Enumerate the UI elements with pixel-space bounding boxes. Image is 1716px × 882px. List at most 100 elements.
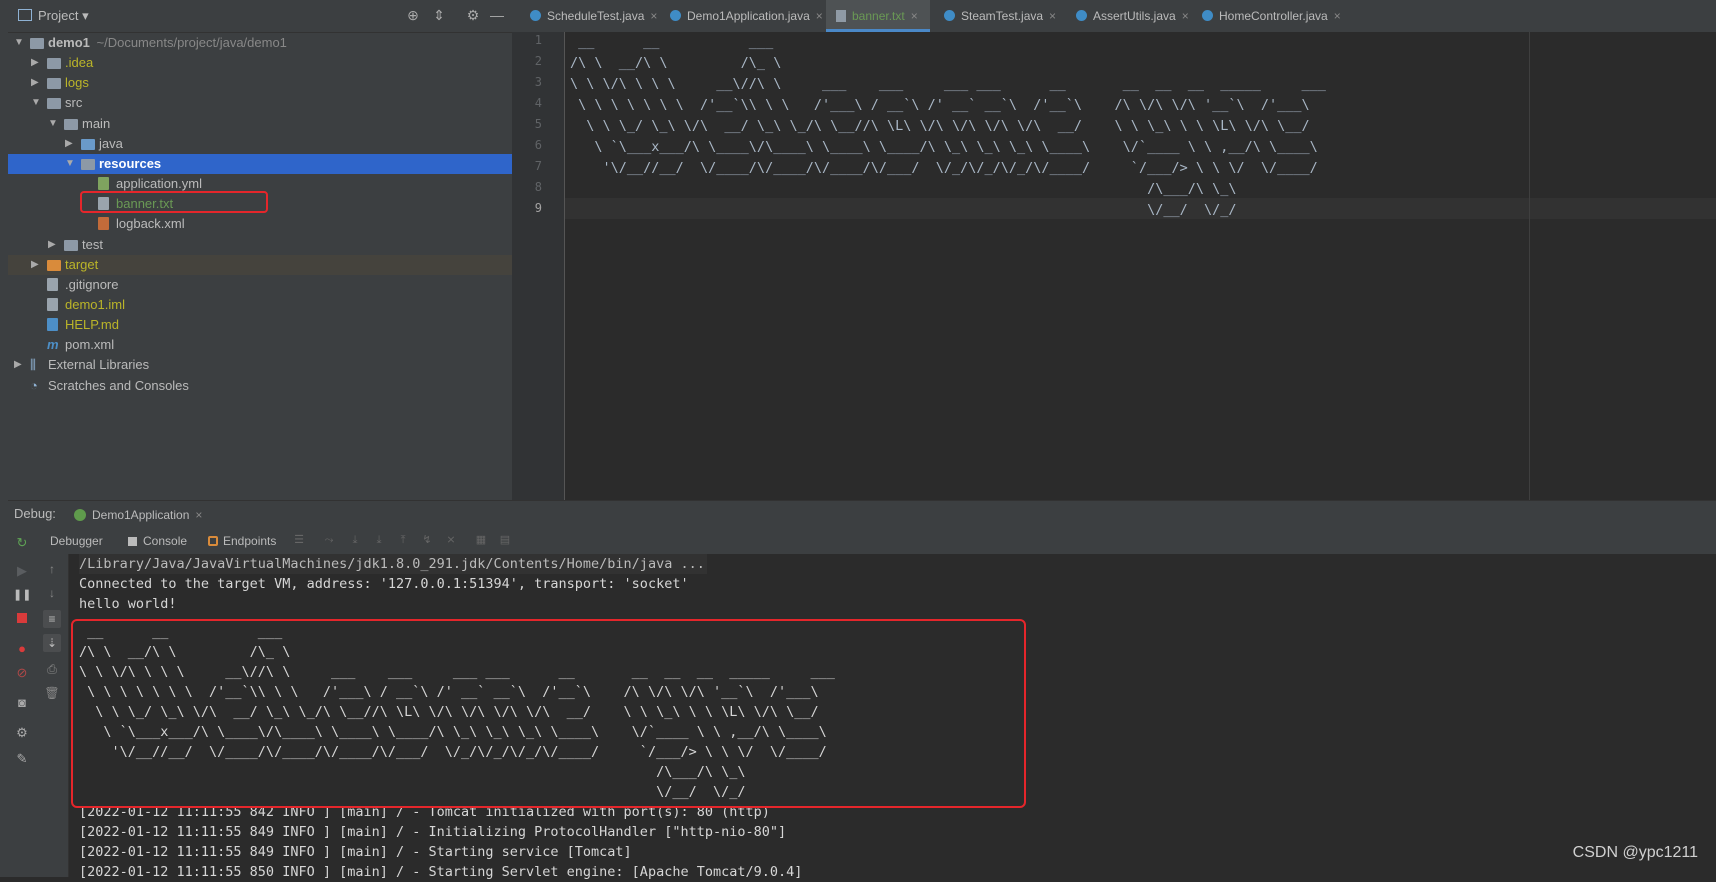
tree-item[interactable]: ▶ logs: [8, 73, 512, 93]
close-icon[interactable]: ×: [1049, 9, 1056, 23]
java-class-icon: [944, 10, 955, 21]
expanded-arrow-icon[interactable]: ▼: [48, 114, 58, 134]
editor-tab[interactable]: banner.txt ×: [826, 0, 930, 32]
step-out-icon[interactable]: ⤒: [396, 533, 410, 547]
console-log-line: [2022-01-12 11:11:55 849 INFO ] [main] /…: [79, 824, 787, 840]
tree-item[interactable]: m pom.xml: [8, 335, 512, 355]
view-breakpoints-icon[interactable]: ●: [13, 640, 31, 658]
project-header: Project ▾ ⊕ ⇕ ⚙ —: [8, 0, 512, 33]
close-icon[interactable]: ×: [1182, 9, 1189, 23]
tree-item[interactable]: ▶ .idea: [8, 53, 512, 73]
collapsed-arrow-icon[interactable]: ▶: [14, 355, 24, 375]
project-path: ~/Documents/project/java/demo1: [96, 35, 287, 50]
tree-item[interactable]: ▼ main: [8, 114, 512, 134]
editor-tab-bar: ScheduleTest.java × Demo1Application.java ×…: [512, 0, 1716, 33]
layout-icon[interactable]: ▤: [498, 533, 512, 547]
resume-icon[interactable]: ▶: [13, 562, 31, 580]
print-icon[interactable]: ⎙: [43, 660, 61, 678]
hide-icon[interactable]: —: [488, 6, 506, 24]
close-icon[interactable]: ×: [195, 508, 202, 522]
rerun-icon[interactable]: ↻: [13, 534, 31, 552]
arrow-down-icon[interactable]: ↓: [43, 584, 61, 602]
file-icon: [47, 318, 58, 332]
watermark: CSDN @ypc1211: [1572, 844, 1698, 861]
show-execution-point-icon[interactable]: ⤳: [322, 533, 336, 547]
collapsed-arrow-icon[interactable]: ▶: [31, 73, 41, 93]
pause-icon[interactable]: ❚❚: [13, 586, 31, 604]
collapsed-arrow-icon[interactable]: ▶: [48, 235, 58, 255]
close-icon[interactable]: ×: [911, 9, 918, 23]
tree-item[interactable]: .gitignore: [8, 275, 512, 295]
camera-icon[interactable]: ◙: [13, 694, 31, 712]
tree-item-label: test: [82, 236, 103, 252]
tab-endpoints[interactable]: Endpoints: [208, 532, 276, 550]
editor[interactable]: 1 2 3 4 5 6 7 8 9 __ __ ___ /\ \ __/\ \ /\_ \ \ …: [512, 32, 1716, 500]
tree-item[interactable]: ▶ java: [8, 134, 512, 154]
step-over-icon[interactable]: ⤓: [348, 533, 362, 547]
tree-item-label: logback.xml: [116, 216, 185, 232]
tree-item[interactable]: ▼ src: [8, 93, 512, 113]
line-number: 2: [534, 54, 542, 68]
tree-item[interactable]: demo1.iml: [8, 295, 512, 315]
scroll-to-end-icon[interactable]: ⇣: [43, 634, 61, 652]
editor-tab[interactable]: AssertUtils.java ×: [1066, 0, 1190, 32]
editor-tab[interactable]: SteamTest.java ×: [934, 0, 1064, 32]
run-config-tab[interactable]: Demo1Application ×: [74, 505, 202, 525]
expanded-arrow-icon[interactable]: ▼: [65, 154, 75, 174]
folder-icon: [47, 58, 61, 70]
expanded-arrow-icon[interactable]: ▼: [31, 93, 41, 113]
editor-tab[interactable]: ScheduleTest.java ×: [520, 0, 658, 32]
editor-tab[interactable]: Demo1Application.java ×: [660, 0, 824, 32]
java-class-icon: [1202, 10, 1213, 21]
close-icon[interactable]: ×: [1334, 9, 1341, 23]
tab-console[interactable]: Console: [128, 532, 187, 550]
debug-tool-window-header: Debug: Demo1Application ×: [8, 500, 1716, 529]
settings-icon[interactable]: ⚙: [13, 724, 31, 742]
line-number: 3: [534, 75, 542, 89]
tree-item[interactable]: ◔ Scratches and Consoles: [8, 376, 512, 396]
banner-text-content[interactable]: __ __ ___ /\ \ __/\ \ /\_ \ \ \ \/\ \ \ …: [570, 32, 1326, 221]
tree-item[interactable]: ▼ resources: [8, 153, 512, 174]
editor-tab[interactable]: HomeController.java ×: [1192, 0, 1356, 32]
pin-icon[interactable]: ✎: [13, 750, 31, 768]
chevron-down-icon: ▾: [82, 8, 89, 23]
stop-icon[interactable]: [13, 610, 31, 628]
tree-item[interactable]: ▶ ⫼ External Libraries: [8, 355, 512, 375]
tree-item-label: src: [65, 95, 83, 111]
debug-label: Debug:: [14, 506, 56, 521]
tree-item[interactable]: ▶ test: [8, 235, 512, 255]
close-icon[interactable]: ×: [650, 9, 657, 23]
collapsed-arrow-icon[interactable]: ▶: [65, 134, 75, 154]
folder-icon: [64, 118, 78, 130]
arrow-up-icon[interactable]: ↑: [43, 560, 61, 578]
console-command-line[interactable]: /Library/Java/JavaVirtualMachines/jdk1.8…: [79, 554, 707, 574]
collapsed-arrow-icon[interactable]: ▶: [31, 255, 41, 275]
tree-item-label: logs: [65, 75, 89, 91]
tree-item[interactable]: ▼ demo1 ~/Documents/project/java/demo1: [8, 33, 512, 53]
collapse-all-icon[interactable]: ⇕: [430, 6, 448, 24]
step-into-icon[interactable]: ⤓: [372, 533, 386, 547]
run-to-cursor-icon[interactable]: ↯: [420, 533, 434, 547]
editor-tab-label: AssertUtils.java: [1093, 9, 1176, 23]
tree-item-label: demo1: [48, 35, 90, 50]
tree-item[interactable]: logback.xml: [8, 214, 512, 234]
library-icon: ⫼: [30, 357, 36, 373]
close-icon[interactable]: ×: [816, 9, 823, 23]
project-view-selector[interactable]: Project ▾: [18, 8, 89, 24]
tree-item-label: resources: [99, 155, 162, 171]
trash-icon[interactable]: 🗑: [43, 684, 61, 702]
soft-wrap-icon[interactable]: ≡: [43, 610, 61, 628]
expanded-arrow-icon[interactable]: ▼: [14, 33, 24, 53]
collapsed-arrow-icon[interactable]: ▶: [31, 53, 41, 73]
gear-icon[interactable]: ⚙: [464, 6, 482, 24]
menu-icon[interactable]: ☰: [292, 533, 306, 547]
locate-icon[interactable]: ⊕: [404, 6, 422, 24]
highlight-box: [80, 191, 268, 213]
tree-item[interactable]: HELP.md: [8, 315, 512, 335]
folder-icon: [47, 98, 61, 110]
tree-item[interactable]: ▶ target: [8, 254, 512, 275]
tab-debugger[interactable]: Debugger: [50, 532, 103, 550]
evaluate-icon[interactable]: ⨯: [444, 533, 458, 547]
table-icon[interactable]: ▦: [474, 533, 488, 547]
mute-breakpoints-icon[interactable]: ⊘: [13, 664, 31, 682]
